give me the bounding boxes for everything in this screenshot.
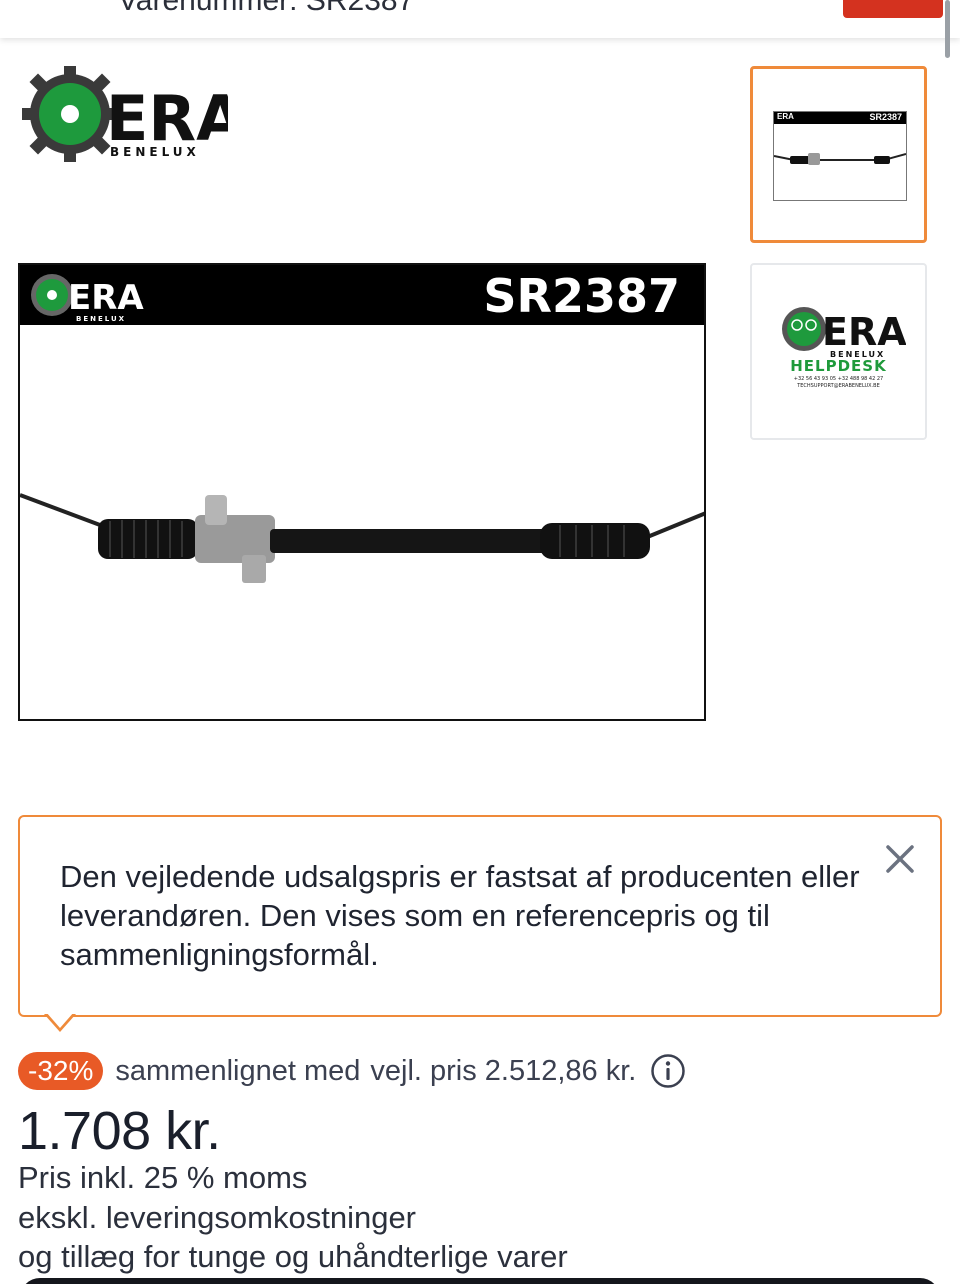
- helpdesk-contacts: +32 56 43 93 05 +32 488 98 42 27 TECHSUP…: [793, 376, 884, 389]
- add-to-cart-button[interactable]: [843, 0, 943, 18]
- shipping-note: ekskl. leveringsomkostninger: [18, 1200, 417, 1235]
- brand-logo: ERA BENELUX: [22, 66, 228, 162]
- svg-text:ERA: ERA: [822, 310, 906, 354]
- gear-icon: [22, 66, 118, 162]
- thumbnail-banner: ERA SR2387: [774, 112, 906, 124]
- close-icon[interactable]: [880, 839, 920, 879]
- banner-logo: ERA BENELUX: [31, 274, 144, 323]
- thumbnail-rack: [774, 153, 906, 165]
- vat-note: Pris inkl. 25 % moms: [18, 1160, 308, 1195]
- product-code: SR2387: [483, 269, 680, 323]
- surcharge-note: og tillæg for tunge og uhåndterlige vare…: [18, 1239, 568, 1274]
- compare-price: vejl. pris 2.512,86 kr.: [370, 1054, 637, 1087]
- thumbnail-helpdesk[interactable]: ERA BENELUX HELPDESK +32 56 43 93 05 +32…: [750, 263, 927, 440]
- topbar-title: Varenummer: SR2387: [118, 0, 415, 17]
- image-banner: ERA BENELUX SR2387: [20, 265, 704, 325]
- thumbnail-code: SR2387: [869, 112, 902, 122]
- helpdesk-logo: ERA BENELUX: [782, 307, 906, 359]
- tooltip-text: Den vejledende udsalgspris er fastsat af…: [60, 859, 860, 972]
- discount-badge: -32%: [18, 1052, 104, 1090]
- svg-text:ERA: ERA: [68, 278, 144, 318]
- scrollbar[interactable]: [945, 0, 950, 58]
- steering-rack-illustration: [20, 493, 704, 583]
- thumbnail-image: ERA SR2387: [773, 111, 907, 201]
- main-product-image[interactable]: ERA BENELUX SR2387: [18, 263, 706, 721]
- tooltip-arrow-fill: [46, 1012, 74, 1028]
- product-price: 1.708 kr.: [18, 1101, 221, 1161]
- svg-text:BENELUX: BENELUX: [76, 315, 126, 323]
- bottom-action-bar[interactable]: [20, 1278, 940, 1284]
- compare-label: sammenlignet med: [115, 1054, 361, 1087]
- helpdesk-label: HELPDESK: [790, 357, 887, 375]
- thumbnail-product[interactable]: ERA SR2387: [750, 66, 927, 243]
- top-bar: Varenummer: SR2387: [0, 0, 960, 38]
- info-icon[interactable]: [650, 1053, 686, 1089]
- discount-row: -32% sammenlignet med vejl. pris 2.512,8…: [18, 1051, 686, 1091]
- thumbnail-brand: ERA: [777, 112, 794, 121]
- price-info-tooltip: Den vejledende udsalgspris er fastsat af…: [18, 815, 942, 1017]
- svg-text:BENELUX: BENELUX: [110, 145, 200, 159]
